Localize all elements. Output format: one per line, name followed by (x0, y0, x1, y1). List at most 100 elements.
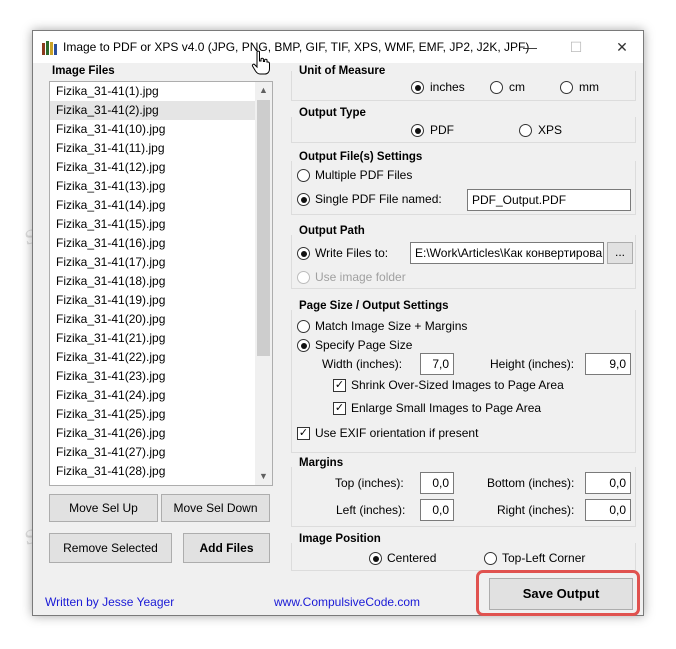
unit-of-measure-title: Unit of Measure (299, 65, 386, 77)
list-item[interactable]: Fizika_31-41(12).jpg (50, 158, 255, 177)
write-files-radio[interactable] (297, 247, 310, 260)
margins-title: Margins (299, 457, 344, 469)
scroll-thumb[interactable] (257, 100, 270, 356)
cm-label: cm (509, 80, 525, 94)
minimize-button[interactable]: — (507, 31, 553, 63)
image-position-title: Image Position (299, 533, 381, 545)
list-item[interactable]: Fizika_31-41(2).jpg (50, 101, 255, 120)
mm-label: mm (579, 80, 599, 94)
enlarge-label: Enlarge Small Images to Page Area (351, 401, 542, 415)
height-label: Height (inches): (490, 357, 575, 371)
specify-page-size-radio[interactable] (297, 339, 310, 352)
list-item[interactable]: Fizika_31-41(24).jpg (50, 386, 255, 405)
list-item[interactable]: Fizika_31-41(21).jpg (50, 329, 255, 348)
author-link[interactable]: Written by Jesse Yeager (45, 595, 174, 609)
list-item[interactable]: Fizika_31-41(16).jpg (50, 234, 255, 253)
scroll-up-icon[interactable]: ▲ (255, 82, 272, 99)
write-files-label: Write Files to: (315, 246, 389, 260)
width-input[interactable]: 7,0 (420, 353, 454, 375)
list-item[interactable]: Fizika_31-41(26).jpg (50, 424, 255, 443)
enlarge-checkbox[interactable]: ✓ (333, 402, 346, 415)
maximize-button[interactable]: ☐ (553, 31, 599, 63)
list-item[interactable]: Fizika_31-41(13).jpg (50, 177, 255, 196)
output-type-title: Output Type (299, 107, 366, 119)
save-output-highlight (476, 570, 640, 616)
bottom-margin-label: Bottom (inches): (487, 476, 575, 490)
title-bar[interactable]: Image to PDF or XPS v4.0 (JPG, PNG, BMP,… (33, 31, 643, 63)
cm-radio[interactable] (490, 81, 503, 94)
multiple-pdf-radio[interactable] (297, 169, 310, 182)
multiple-pdf-label: Multiple PDF Files (315, 168, 413, 182)
top-left-corner-label: Top-Left Corner (502, 551, 586, 565)
output-files-group: Output File(s) Settings Multiple PDF Fil… (291, 151, 636, 215)
output-type-group: Output Type PDF XPS (291, 107, 636, 143)
list-item[interactable]: Fizika_31-41(10).jpg (50, 120, 255, 139)
app-window: Image to PDF or XPS v4.0 (JPG, PNG, BMP,… (32, 30, 644, 616)
exif-checkbox[interactable]: ✓ (297, 427, 310, 440)
add-files-button[interactable]: Add Files (183, 533, 270, 563)
height-input[interactable]: 9,0 (585, 353, 631, 375)
left-margin-input[interactable]: 0,0 (420, 499, 454, 521)
exif-label: Use EXIF orientation if present (315, 426, 479, 440)
right-margin-input[interactable]: 0,0 (585, 499, 631, 521)
list-item[interactable]: Fizika_31-41(1).jpg (50, 82, 255, 101)
list-item[interactable]: Fizika_31-41(22).jpg (50, 348, 255, 367)
bottom-margin-input[interactable]: 0,0 (585, 472, 631, 494)
image-position-group: Image Position Centered Top-Left Corner (291, 533, 636, 571)
shrink-label: Shrink Over-Sized Images to Page Area (351, 378, 564, 392)
centered-label: Centered (387, 551, 437, 565)
top-margin-input[interactable]: 0,0 (420, 472, 454, 494)
width-label: Width (inches): (322, 357, 403, 371)
list-item[interactable]: Fizika_31-41(14).jpg (50, 196, 255, 215)
use-image-folder-label: Use image folder (315, 270, 406, 284)
remove-selected-button[interactable]: Remove Selected (49, 533, 172, 563)
output-path-group: Output Path Write Files to: E:\Work\Arti… (291, 225, 636, 289)
list-item[interactable]: Fizika_31-41(17).jpg (50, 253, 255, 272)
move-sel-down-button[interactable]: Move Sel Down (161, 494, 270, 522)
top-margin-label: Top (inches): (335, 476, 404, 490)
list-item[interactable]: Fizika_31-41(23).jpg (50, 367, 255, 386)
list-item[interactable]: Fizika_31-41(28).jpg (50, 462, 255, 481)
xps-label: XPS (538, 123, 563, 137)
output-filename-input[interactable]: PDF_Output.PDF (467, 189, 631, 211)
hand-cursor-icon (251, 50, 270, 75)
top-left-corner-radio[interactable] (484, 552, 497, 565)
centered-radio[interactable] (369, 552, 382, 565)
inches-radio[interactable] (411, 81, 424, 94)
specify-page-size-label: Specify Page Size (315, 338, 413, 352)
pdf-radio[interactable] (411, 124, 424, 137)
list-item[interactable]: Fizika_31-41(11).jpg (50, 139, 255, 158)
left-margin-label: Left (inches): (336, 503, 406, 517)
margins-group: Margins Top (inches): 0,0 Bottom (inches… (291, 457, 636, 527)
list-item[interactable]: Fizika_31-41(25).jpg (50, 405, 255, 424)
list-scrollbar[interactable]: ▲ ▼ (255, 82, 272, 485)
scroll-down-icon[interactable]: ▼ (255, 468, 272, 485)
match-image-size-radio[interactable] (297, 320, 310, 333)
xps-radio[interactable] (519, 124, 532, 137)
website-link[interactable]: www.CompulsiveCode.com (274, 595, 420, 609)
output-files-title: Output File(s) Settings (299, 151, 423, 163)
image-files-list[interactable]: Fizika_31-41(1).jpg Fizika_31-41(2).jpg Fi… (49, 81, 273, 486)
move-sel-up-button[interactable]: Move Sel Up (49, 494, 158, 522)
image-files-label: Image Files (52, 65, 115, 77)
single-pdf-radio[interactable] (297, 193, 310, 206)
shrink-checkbox[interactable]: ✓ (333, 379, 346, 392)
use-image-folder-radio[interactable] (297, 271, 310, 284)
mm-radio[interactable] (560, 81, 573, 94)
inches-label: inches (430, 80, 465, 94)
browse-button[interactable]: ... (607, 242, 633, 264)
right-margin-label: Right (inches): (497, 503, 575, 517)
single-pdf-label: Single PDF File named: (315, 192, 442, 206)
list-item[interactable]: Fizika_31-41(15).jpg (50, 215, 255, 234)
list-item[interactable]: Fizika_31-41(27).jpg (50, 443, 255, 462)
window-title: Image to PDF or XPS v4.0 (JPG, PNG, BMP,… (63, 40, 530, 54)
list-item[interactable]: Fizika_31-41(20).jpg (50, 310, 255, 329)
list-item[interactable]: Fizika_31-41(18).jpg (50, 272, 255, 291)
output-path-input[interactable]: E:\Work\Articles\Как конвертирова (410, 242, 604, 264)
close-button[interactable]: ✕ (599, 31, 645, 63)
pdf-label: PDF (430, 123, 454, 137)
match-image-size-label: Match Image Size + Margins (315, 319, 468, 333)
list-item[interactable]: Fizika_31-41(19).jpg (50, 291, 255, 310)
unit-of-measure-group: Unit of Measure inches cm mm (291, 65, 636, 101)
output-path-title: Output Path (299, 225, 365, 237)
